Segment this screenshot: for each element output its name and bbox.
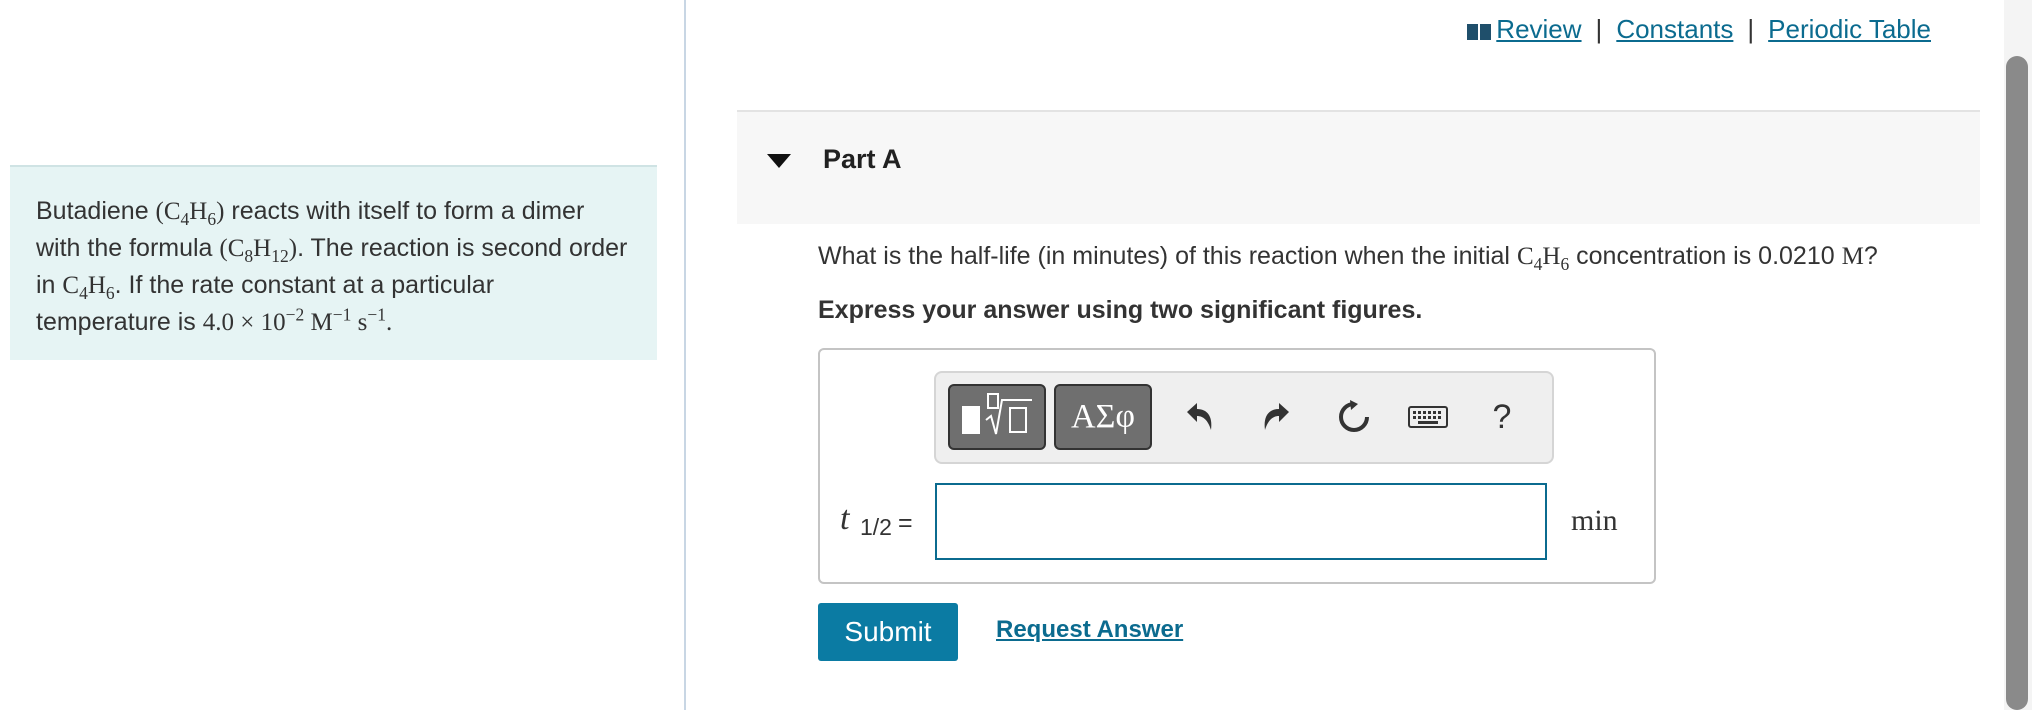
scrollbar-thumb[interactable] — [2006, 56, 2028, 710]
dimer-formula: (C8H12) — [219, 235, 298, 266]
link-separator: | — [1747, 14, 1755, 44]
rate-constant: 4.0 × 10−2 M−1 s−1. — [202, 304, 393, 336]
half-life-variable: t — [840, 500, 850, 537]
redo-icon[interactable] — [1256, 395, 1296, 439]
periodic-table-link[interactable]: Periodic Table — [1768, 14, 1931, 45]
reset-icon[interactable] — [1334, 395, 1374, 439]
keyboard-icon[interactable] — [1403, 395, 1453, 439]
answer-unit: min — [1571, 504, 1618, 537]
collapse-caret-icon[interactable] — [767, 154, 791, 168]
review-link[interactable]: Review — [1466, 14, 1582, 45]
resource-links: Review | Constants | Periodic Table — [1466, 14, 1931, 45]
panel-divider — [684, 0, 686, 710]
answer-input[interactable] — [935, 483, 1547, 560]
question-formula: C4H6 — [1516, 243, 1570, 274]
greek-symbols-button[interactable]: ΑΣφ — [1054, 384, 1152, 450]
templates-button[interactable] — [948, 384, 1046, 450]
answer-instruction: Express your answer using two significan… — [818, 296, 1423, 324]
part-title: Part A — [823, 144, 902, 174]
question-text: What is the half-life (in minutes) of th… — [818, 242, 1878, 274]
half-life-subscript: 1/2 — [860, 514, 892, 540]
request-answer-link[interactable]: Request Answer — [996, 616, 1183, 644]
math-toolbar: ΑΣφ ? — [934, 371, 1554, 464]
help-button[interactable]: ? — [1482, 395, 1522, 439]
reactant-formula: C4H6 — [62, 272, 115, 303]
part-header[interactable]: Part A — [737, 110, 1980, 224]
link-separator: | — [1595, 14, 1603, 44]
problem-statement: Butadiene (C4H6) reacts with itself to f… — [10, 165, 657, 360]
submit-button[interactable]: Submit — [818, 603, 958, 661]
undo-icon[interactable] — [1180, 395, 1220, 439]
equals-sign: = — [898, 509, 913, 537]
butadiene-formula: (C4H6) — [155, 198, 225, 229]
constants-link[interactable]: Constants — [1616, 14, 1733, 45]
book-icon — [1467, 23, 1492, 40]
template-radical-icon — [962, 393, 1032, 435]
problem-text-1: Butadiene — [36, 197, 156, 225]
